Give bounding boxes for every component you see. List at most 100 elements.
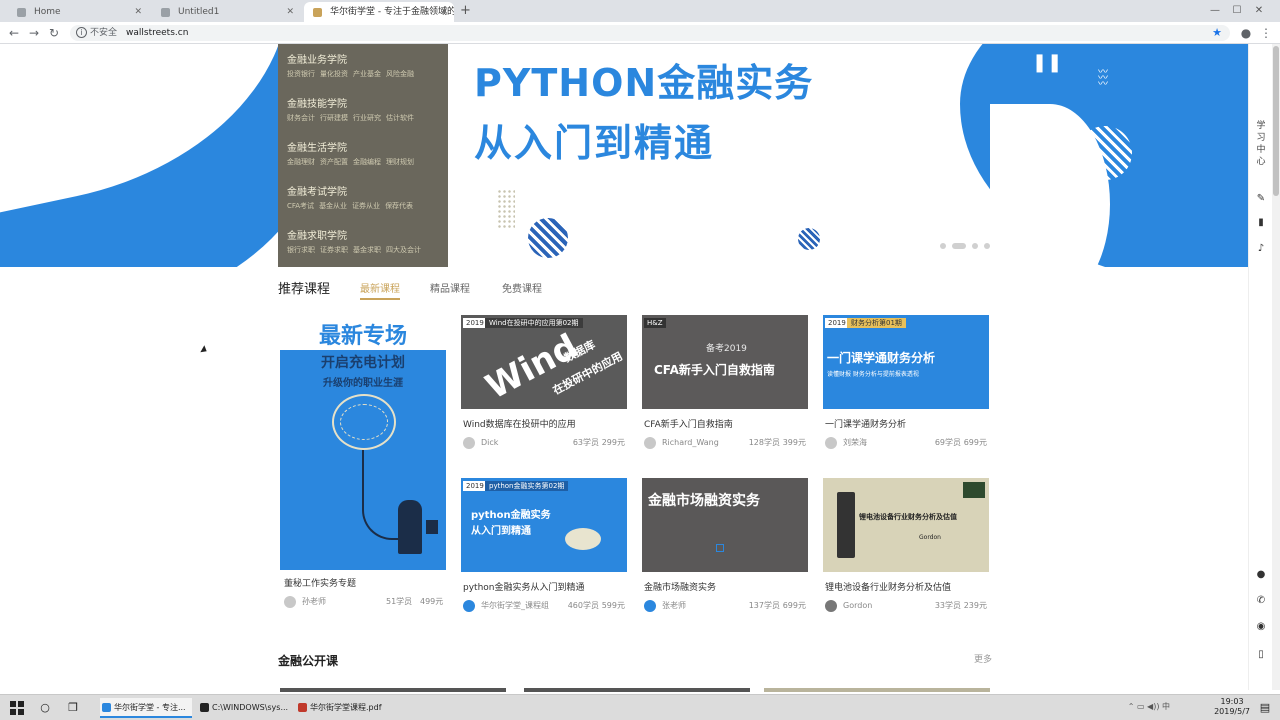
scroll-thumb[interactable] bbox=[1273, 46, 1279, 196]
course-title[interactable]: 董秘工作实务专题 bbox=[284, 576, 356, 589]
close-icon[interactable]: ✕ bbox=[440, 2, 448, 22]
tab-wallstreets[interactable]: 华尔街学堂 - 专注于金融领域的在 ✕ bbox=[304, 2, 454, 22]
category-name[interactable]: 金融生活学院 bbox=[287, 142, 437, 156]
category-name[interactable]: 金融考试学院 bbox=[287, 186, 437, 200]
subcategory-link[interactable]: 理财规划 bbox=[386, 158, 414, 166]
close-icon[interactable]: ✕ bbox=[134, 2, 142, 22]
subcategory-link[interactable]: 量化投资 bbox=[320, 70, 348, 78]
bell-icon[interactable]: ♪ bbox=[1254, 242, 1268, 256]
maximize-icon[interactable]: ☐ bbox=[1226, 5, 1248, 16]
carousel-dot-active[interactable] bbox=[952, 243, 966, 249]
bookmark-star-icon[interactable]: ★ bbox=[1212, 25, 1222, 41]
public-card-peek[interactable] bbox=[280, 688, 506, 692]
profile-icon[interactable]: ● bbox=[1238, 25, 1254, 41]
course-thumbnail[interactable]: 2019 Wind在投研中的应用第02期 Wind 数据库 在投研中的应用 bbox=[461, 315, 627, 409]
course-title[interactable]: Wind数据库在投研中的应用 bbox=[463, 417, 576, 430]
course-card[interactable]: 2019 财务分析第01期 一门课学通财务分析 读懂财报 财务分析与提前报表透视… bbox=[823, 315, 989, 455]
category-life[interactable]: 金融生活学院 金融理财 资产配置 金融编程 理财规划 bbox=[287, 142, 437, 168]
tab-premium-courses[interactable]: 精品课程 bbox=[430, 280, 470, 295]
course-thumbnail[interactable]: 锂电池设备行业财务分析及估值 Gordon bbox=[823, 478, 989, 572]
taskbar-item-cmd[interactable]: C:\WINDOWS\sys... bbox=[198, 698, 290, 718]
subcategory-link[interactable]: 证券求职 bbox=[320, 246, 348, 254]
course-title[interactable]: 金融市场融资实务 bbox=[644, 580, 716, 593]
hero-banner[interactable]: 金融业务学院 投资银行 量化投资 产业基金 风险金融 金融技能学院 财务会计 行研建模行… bbox=[0, 44, 1248, 267]
course-thumbnail[interactable]: H&Z 备考2019 CFA新手入门自救指南 bbox=[642, 315, 808, 409]
menu-dots-icon[interactable]: ⋮ bbox=[1258, 25, 1274, 41]
category-exam[interactable]: 金融考试学院 CFA考试 基金从业 证券从业 保荐代表 bbox=[287, 186, 437, 212]
subcategory-link[interactable]: 金融理财 bbox=[287, 158, 315, 166]
subcategory-link[interactable]: 保荐代表 bbox=[385, 202, 413, 210]
minimize-icon[interactable]: — bbox=[1204, 5, 1226, 16]
taskbar-item-browser[interactable]: 华尔街学堂 - 专注... bbox=[100, 698, 192, 718]
more-link[interactable]: 更多 bbox=[974, 652, 992, 665]
subcategory-link[interactable]: 产业基金 bbox=[353, 70, 381, 78]
wechat-icon[interactable]: ◉ bbox=[1254, 620, 1268, 634]
phone-icon[interactable]: ✆ bbox=[1254, 594, 1268, 608]
url-text[interactable]: wallstreets.cn bbox=[126, 25, 188, 41]
taskbar-item-pdf[interactable]: 华尔街学堂课程.pdf bbox=[296, 698, 388, 718]
course-card[interactable]: H&Z 备考2019 CFA新手入门自救指南 CFA新手入门自救指南 Richa… bbox=[642, 315, 808, 455]
subcategory-link[interactable]: 证券从业 bbox=[352, 202, 380, 210]
tab-home[interactable]: Home ✕ bbox=[8, 2, 148, 22]
feature-poster[interactable]: 最新专场 开启充电计划 升级你的职业生涯 bbox=[280, 314, 446, 570]
tab-latest-courses[interactable]: 最新课程 bbox=[360, 280, 400, 300]
category-skills[interactable]: 金融技能学院 财务会计 行研建模 行业研究 估计软件 bbox=[287, 98, 437, 124]
subcategory-link[interactable]: 基金求职 bbox=[353, 246, 381, 254]
forward-icon[interactable]: → bbox=[26, 25, 42, 41]
carousel-dot[interactable] bbox=[972, 243, 978, 249]
course-thumbnail[interactable]: 2019 财务分析第01期 一门课学通财务分析 读懂财报 财务分析与提前报表透视 bbox=[823, 315, 989, 409]
subcategory-link[interactable]: 财务会计 bbox=[287, 114, 315, 122]
task-view-icon[interactable]: ❐ bbox=[64, 699, 82, 717]
subcategory-link[interactable]: 金融编程 bbox=[353, 158, 381, 166]
tab-untitled[interactable]: Untitled1 ✕ bbox=[152, 2, 300, 22]
close-icon[interactable]: ✕ bbox=[286, 2, 294, 22]
category-career[interactable]: 金融求职学院 银行求职 证券求职 基金求职 四大及会计 bbox=[287, 230, 437, 256]
notification-icon[interactable]: ▤ bbox=[1256, 699, 1274, 717]
public-card-peek[interactable] bbox=[524, 688, 750, 692]
category-name[interactable]: 金融业务学院 bbox=[287, 54, 437, 68]
course-thumbnail[interactable]: 金融市场融资实务 bbox=[642, 478, 808, 572]
course-card[interactable]: 金融市场融资实务 金融市场融资实务 张老师 137学员 699元 bbox=[642, 478, 808, 618]
learning-center-link[interactable]: 学习中心 bbox=[1255, 120, 1267, 168]
course-card[interactable]: 2019 python金融实务第02期 python金融实务 从入门到精通 py… bbox=[461, 478, 627, 618]
omnibox[interactable]: i 不安全 wallstreets.cn ★ bbox=[70, 25, 1230, 41]
new-tab-button[interactable]: + bbox=[460, 2, 471, 20]
windows-start-icon[interactable] bbox=[10, 701, 24, 715]
subcategory-link[interactable]: 资产配置 bbox=[320, 158, 348, 166]
public-card-peek[interactable] bbox=[764, 688, 990, 692]
course-card[interactable]: 锂电池设备行业财务分析及估值 Gordon 锂电池设备行业财务分析及估值 Gor… bbox=[823, 478, 989, 618]
close-window-icon[interactable]: ✕ bbox=[1248, 5, 1270, 16]
subcategory-link[interactable]: CFA考试 bbox=[287, 202, 314, 210]
subcategory-link[interactable]: 行业研究 bbox=[353, 114, 381, 122]
search-icon[interactable]: ○ bbox=[36, 699, 54, 717]
reload-icon[interactable]: ↻ bbox=[46, 25, 62, 41]
subcategory-link[interactable]: 估计软件 bbox=[386, 114, 414, 122]
subcategory-link[interactable]: 行研建模 bbox=[320, 114, 348, 122]
course-card[interactable]: 2019 Wind在投研中的应用第02期 Wind 数据库 在投研中的应用 Wi… bbox=[461, 315, 627, 455]
course-title[interactable]: CFA新手入门自救指南 bbox=[644, 417, 733, 430]
chat-icon[interactable]: ● bbox=[1254, 568, 1268, 582]
system-tray[interactable]: ⌃ ▭ ◀)) 中 bbox=[1128, 701, 1170, 712]
subcategory-link[interactable]: 四大及会计 bbox=[386, 246, 421, 254]
carousel-dot[interactable] bbox=[940, 243, 946, 249]
clock[interactable]: 19:03 2019/5/7 bbox=[1214, 697, 1250, 717]
subcategory-link[interactable]: 银行求职 bbox=[287, 246, 315, 254]
carousel-dot[interactable] bbox=[984, 243, 990, 249]
category-name[interactable]: 金融技能学院 bbox=[287, 98, 437, 112]
category-name[interactable]: 金融求职学院 bbox=[287, 230, 437, 244]
course-title[interactable]: 一门课学通财务分析 bbox=[825, 417, 906, 430]
book-icon[interactable]: ▮ bbox=[1254, 216, 1268, 230]
back-icon[interactable]: ← bbox=[6, 25, 22, 41]
subcategory-link[interactable]: 风险金融 bbox=[386, 70, 414, 78]
category-business[interactable]: 金融业务学院 投资银行 量化投资 产业基金 风险金融 bbox=[287, 54, 437, 80]
course-title[interactable]: 锂电池设备行业财务分析及估值 bbox=[825, 580, 951, 593]
mobile-icon[interactable]: ▯ bbox=[1254, 648, 1268, 662]
course-title[interactable]: python金融实务从入门到精通 bbox=[463, 580, 584, 593]
info-icon[interactable]: i bbox=[76, 27, 87, 38]
edit-icon[interactable]: ✎ bbox=[1254, 192, 1268, 206]
page-scrollbar[interactable] bbox=[1272, 44, 1280, 690]
tab-free-courses[interactable]: 免费课程 bbox=[502, 280, 542, 295]
course-thumbnail[interactable]: 2019 python金融实务第02期 python金融实务 从入门到精通 bbox=[461, 478, 627, 572]
subcategory-link[interactable]: 基金从业 bbox=[319, 202, 347, 210]
subcategory-link[interactable]: 投资银行 bbox=[287, 70, 315, 78]
